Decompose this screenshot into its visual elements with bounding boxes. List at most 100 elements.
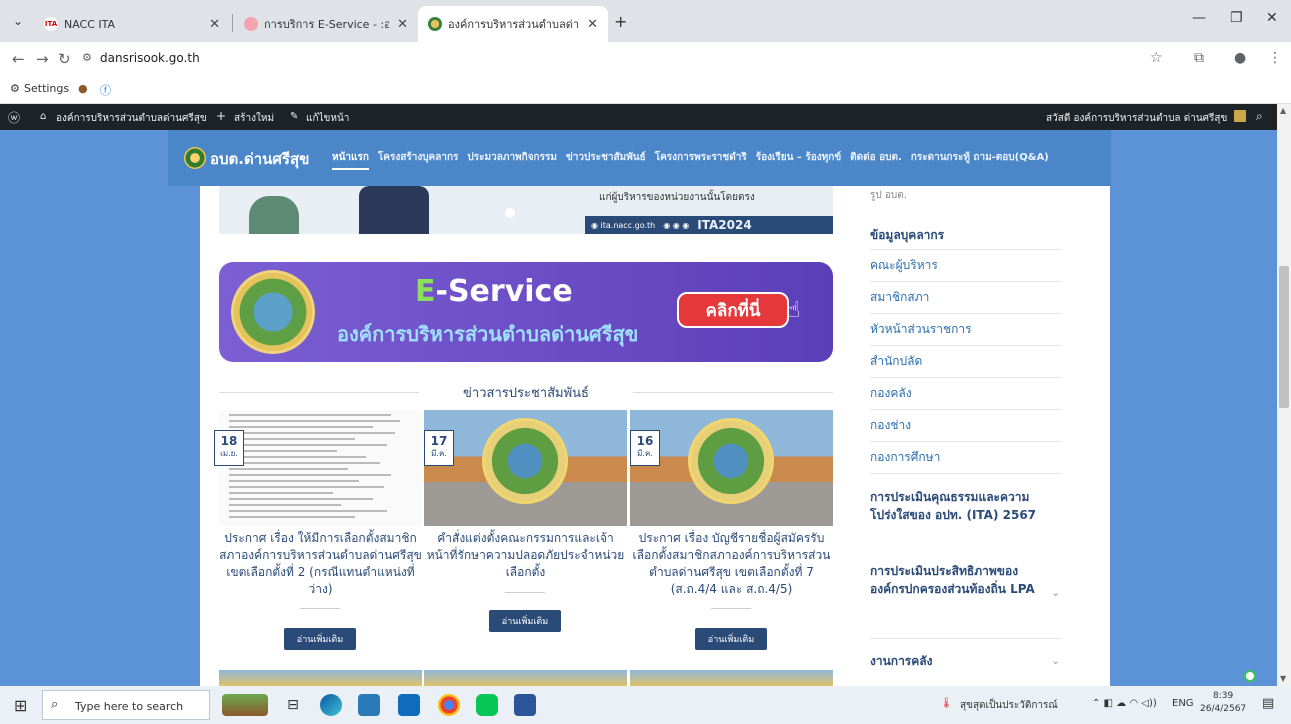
main-menu: หน้าแรก โครงสร้างบุคลากร ประมวลภาพกิจกรร… <box>332 150 1049 170</box>
back-icon[interactable]: ← <box>12 50 25 68</box>
admin-new-link[interactable]: สร้างใหม่ <box>234 111 274 126</box>
read-more-button[interactable]: อ่านเพิ่มเติม <box>695 628 767 650</box>
menu-royal-projects[interactable]: โครงการพระราชดำริ <box>655 150 747 170</box>
edge-icon[interactable] <box>320 694 342 716</box>
settings-gear-icon: ⚙ <box>10 82 20 95</box>
scroll-thumb[interactable] <box>1279 266 1289 408</box>
windows-start-icon[interactable]: ⊞ <box>14 696 27 715</box>
close-tab-icon[interactable]: ✕ <box>587 17 598 32</box>
eservice-click-button[interactable]: คลิกที่นี่ <box>677 292 789 328</box>
close-window-icon[interactable]: ✕ <box>1266 10 1278 26</box>
new-tab-icon[interactable]: + <box>614 12 627 31</box>
news-image-partial[interactable] <box>630 670 833 686</box>
forward-icon[interactable]: → <box>36 50 49 68</box>
plus-icon: + <box>216 109 227 123</box>
eservice-subtitle: องค์การบริหารส่วนตำบลด่านศรีสุข <box>337 322 639 346</box>
news-title[interactable]: ประกาศ เรื่อง ให้มีการเลือกตั้งสมาชิกสภา… <box>219 530 422 598</box>
close-tab-icon[interactable]: ✕ <box>209 17 220 32</box>
site-logo-text[interactable]: อบต.ด่านศรีสุข <box>210 147 309 171</box>
word-icon[interactable] <box>514 694 536 716</box>
sidebar-lpa-heading[interactable]: การประเมินประสิทธิภาพของ องค์กรปกครองส่ว… <box>870 562 1042 598</box>
news-image-document[interactable] <box>219 410 422 526</box>
sidebar-item-executives[interactable]: คณะผู้บริหาร <box>870 250 1062 282</box>
tab-nacc[interactable]: ITA NACC ITA ✕ <box>34 6 230 42</box>
sidebar-item-education[interactable]: กองการศึกษา <box>870 442 1062 474</box>
admin-site-name[interactable]: องค์การบริหารส่วนตำบลด่านศรีสุข <box>56 111 207 126</box>
clock-time: 8:39 <box>1212 691 1234 701</box>
hero-banner[interactable]: แก่ผู้บริหารของหน่วยงานนั้นโดยตรง ◉ ita.… <box>219 186 833 234</box>
menu-personnel[interactable]: โครงสร้างบุคลากร <box>378 150 459 170</box>
taskbar-search[interactable]: ⌕ Type here to search <box>42 690 210 720</box>
dashboard-icon: ⌂ <box>40 111 47 122</box>
sidebar-item-department-heads[interactable]: หัวหน้าส่วนราชการ <box>870 314 1062 346</box>
scroll-down-icon[interactable]: ▼ <box>1280 674 1286 683</box>
sidebar-item-finance[interactable]: กองคลัง <box>870 378 1062 410</box>
close-tab-icon[interactable]: ✕ <box>397 17 408 32</box>
site-logo-icon[interactable] <box>184 147 206 169</box>
extensions-icon[interactable]: ⧉ <box>1194 50 1204 66</box>
url-field[interactable]: dansrisook.go.th <box>100 51 200 65</box>
admin-edit-page-link[interactable]: แก้ไขหน้า <box>306 111 349 126</box>
read-more-button[interactable]: อ่านเพิ่มเติม <box>489 610 561 632</box>
admin-search-icon[interactable]: ⌕ <box>1256 109 1263 124</box>
tab-dansrisook[interactable]: องค์การบริหารส่วนตำบลด่านศรีสุข - ✕ <box>418 6 608 42</box>
menu-gallery[interactable]: ประมวลภาพกิจกรรม <box>467 150 557 170</box>
chevron-down-icon[interactable]: ⌄ <box>1051 586 1060 599</box>
thermometer-icon[interactable]: 🌡 <box>940 698 953 709</box>
site-info-icon[interactable]: ⚙ <box>82 51 92 64</box>
carousel-dot[interactable] <box>505 208 515 218</box>
menu-complaints[interactable]: ร้องเรียน – ร้องทุกข์ <box>756 150 841 170</box>
news-image-partial[interactable] <box>424 670 627 686</box>
news-image-partial[interactable] <box>219 670 422 686</box>
news-image-photo[interactable] <box>424 410 627 526</box>
browser-menu-icon[interactable]: ⋮ <box>1268 50 1282 66</box>
store-icon[interactable] <box>358 694 380 716</box>
line-icon[interactable] <box>476 694 498 716</box>
admin-greeting[interactable]: สวัสดี องค์การบริหารส่วนตำบล ด่านศรีสุข <box>1046 111 1227 126</box>
sidebar-item-office[interactable]: สำนักปลัด <box>870 346 1062 378</box>
mail-icon[interactable] <box>398 694 420 716</box>
menu-contact[interactable]: ติดต่อ อบต. <box>850 150 902 170</box>
menu-news[interactable]: ข่าวประชาสัมพันธ์ <box>566 150 646 170</box>
wordpress-logo-icon[interactable]: ⓦ <box>8 109 20 126</box>
profile-icon[interactable]: ● <box>1234 50 1246 66</box>
facebook-icon[interactable]: ⓕ <box>100 82 111 98</box>
status-indicator-icon[interactable] <box>1244 670 1256 682</box>
news-section-title: ข่าวสารประชาสัมพันธ์ <box>219 382 833 402</box>
news-title[interactable]: ประกาศ เรื่อง บัญชีรายชื่อผู้สมัครรับเลื… <box>630 530 833 598</box>
news-heading: ข่าวสารประชาสัมพันธ์ <box>453 386 599 401</box>
task-view-icon[interactable]: ⊟ <box>282 694 304 716</box>
sidebar-item-council[interactable]: สมาชิกสภา <box>870 282 1062 314</box>
page-scrollbar[interactable]: ▲ ▼ <box>1277 104 1291 686</box>
bookmark-settings[interactable]: Settings <box>24 82 69 95</box>
eservice-banner[interactable]: E-Service องค์การบริหารส่วนตำบลด่านศรีสุ… <box>219 262 833 362</box>
reload-icon[interactable]: ↻ <box>58 50 71 68</box>
sidebar-top-link[interactable]: รูป อบต. <box>870 188 907 203</box>
language-indicator[interactable]: ENG <box>1172 698 1194 709</box>
tray-icons[interactable]: ⌃ ◧ ☁ ◠ ◁)) <box>1092 698 1157 709</box>
bookmark-star-icon[interactable]: ☆ <box>1150 50 1163 66</box>
tab-eservice[interactable]: การบริการ E-Service - :อบต.โคกคร ✕ <box>234 6 418 42</box>
restore-icon[interactable]: ❐ <box>1230 10 1243 26</box>
scroll-up-icon[interactable]: ▲ <box>1280 106 1286 115</box>
news-title[interactable]: คำสั่งแต่งตั้งคณะกรรมการและเจ้าหน้าที่รั… <box>424 530 627 581</box>
sidebar-ita-heading[interactable]: การประเมินคุณธรรมและความโปร่งใสของ อปท. … <box>870 488 1050 524</box>
menu-qa[interactable]: กระดานกระทู้ ถาม-ตอบ(Q&A) <box>911 150 1049 170</box>
news-image-photo[interactable] <box>630 410 833 526</box>
ita-favicon-icon: ITA <box>44 17 58 31</box>
tab-search-icon[interactable]: ⌄ <box>8 11 28 31</box>
taskbar-clock[interactable]: 8:39 26/4/2567 <box>1200 690 1246 716</box>
sidebar-item-engineering[interactable]: กองช่าง <box>870 410 1062 442</box>
chevron-down-icon[interactable]: ⌄ <box>1051 654 1060 667</box>
plant-illustration <box>249 196 299 234</box>
notification-center-icon[interactable]: ▤ <box>1262 696 1274 711</box>
user-avatar[interactable] <box>1234 110 1246 122</box>
menu-home[interactable]: หน้าแรก <box>332 150 369 170</box>
bookmark-site-icon[interactable]: ● <box>78 82 88 95</box>
news-widget-icon[interactable] <box>222 694 268 716</box>
sidebar-finance-heading[interactable]: งานการคลัง <box>870 652 933 670</box>
notification-text[interactable]: สุขสุดเป็นประวัติการณ์ <box>960 698 1058 713</box>
minimize-icon[interactable]: — <box>1192 10 1206 26</box>
read-more-button[interactable]: อ่านเพิ่มเติม <box>284 628 356 650</box>
chrome-icon[interactable] <box>438 694 460 716</box>
